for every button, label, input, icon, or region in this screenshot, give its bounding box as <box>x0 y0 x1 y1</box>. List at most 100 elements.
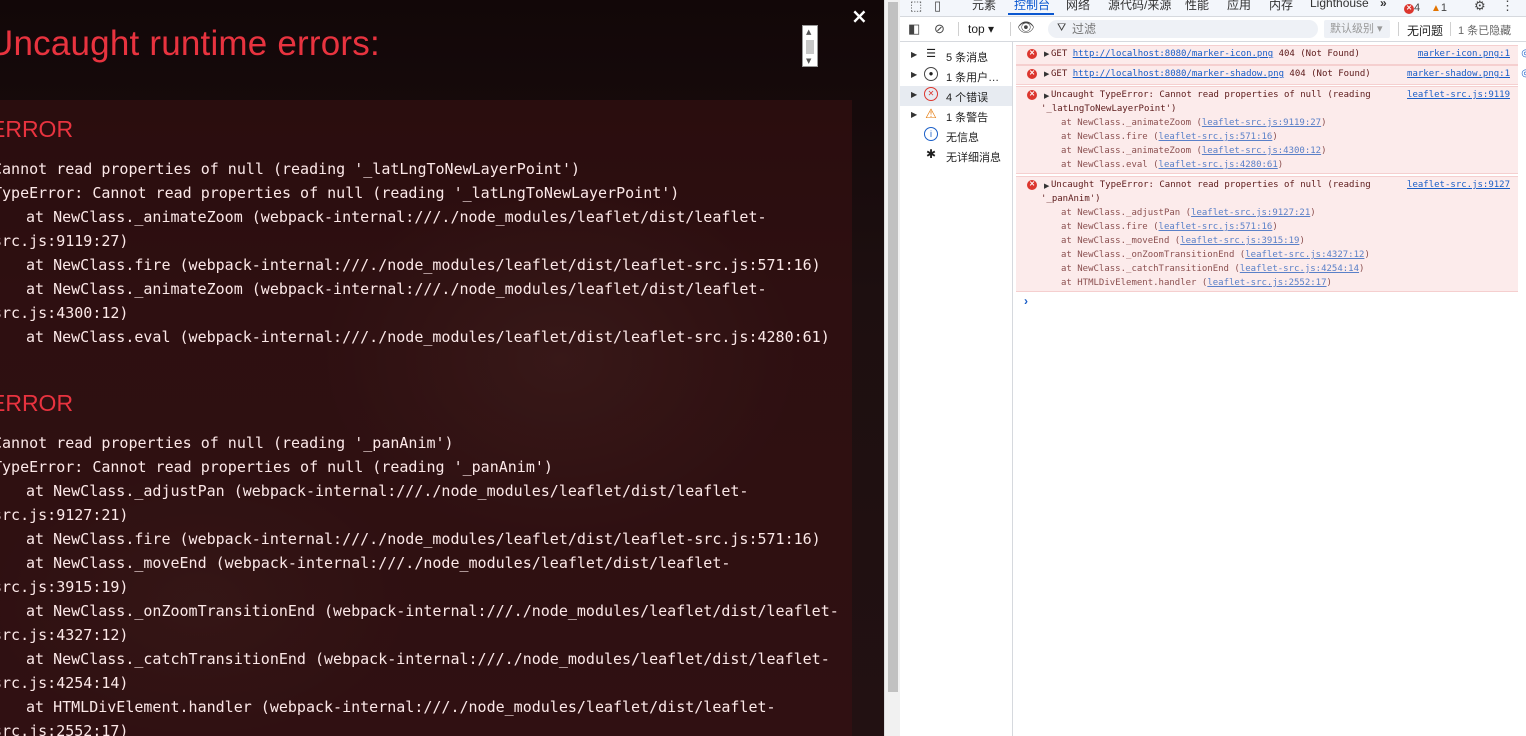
error-message: TypeError: Cannot read properties of nul… <box>0 458 553 476</box>
console-message[interactable]: ✕ ▶ GET http://localhost:8080/marker-sha… <box>1016 65 1526 85</box>
stack-frame: at NewClass._onZoomTransitionEnd (leafle… <box>1061 250 1370 260</box>
scroll-up-icon[interactable]: ▲ <box>806 28 811 36</box>
tab-console[interactable]: 控制台 <box>1014 0 1050 13</box>
expand-arrow-icon[interactable]: ▶ <box>1044 92 1049 100</box>
stack-frame-link[interactable]: leaflet-src.js:4327:12 <box>1245 250 1364 260</box>
sidebar-item-label: 5 条消息 <box>946 52 989 64</box>
scroll-thumb[interactable] <box>806 40 814 54</box>
expand-arrow-icon[interactable]: ▶ <box>1044 50 1049 58</box>
request-url-link[interactable]: http://localhost:8080/marker-shadow.png <box>1073 69 1284 79</box>
source-link[interactable]: marker-shadow.png:1 <box>1407 69 1510 79</box>
message-text: Uncaught TypeError: Cannot read properti… <box>1051 180 1371 190</box>
stack-frame-link[interactable]: leaflet-src.js:571:16 <box>1159 132 1273 142</box>
sidebar-item-user[interactable]: ▶ ● 1 条用户… <box>900 66 1012 86</box>
sidebar-item-messages[interactable]: ▶ ☰ 5 条消息 <box>900 46 1012 66</box>
eye-icon[interactable]: 👁 <box>1017 19 1035 36</box>
sidebar-toggle-icon[interactable]: ◧ <box>908 21 920 37</box>
stack-frame-link[interactable]: leaflet-src.js:9119:27 <box>1202 118 1321 128</box>
log-levels-dropdown[interactable]: 默认级别 ▾ <box>1324 20 1390 38</box>
stack-line: src.js:3915:19) <box>0 578 129 596</box>
sidebar-item-warnings[interactable]: ▶ ⚠ 1 条警告 <box>900 106 1012 126</box>
network-icon[interactable]: ◎ <box>1521 68 1526 79</box>
context-selector[interactable]: top ▾ <box>968 22 994 36</box>
filter-icon: ⛛ <box>1057 22 1067 34</box>
tab-network[interactable]: 网络 <box>1066 0 1090 13</box>
inspect-icon[interactable]: ⬚ <box>910 0 922 14</box>
divider <box>1450 22 1451 36</box>
stack-frame-link[interactable]: leaflet-src.js:3915:19 <box>1180 236 1299 246</box>
stack-frame-link[interactable]: leaflet-src.js:2552:17 <box>1207 278 1326 288</box>
error-icon: ✕ <box>1404 4 1414 14</box>
tab-sources[interactable]: 源代码/来源 <box>1108 0 1171 13</box>
tab-lighthouse[interactable]: Lighthouse <box>1310 0 1369 10</box>
stack-line: src.js:4300:12) <box>0 304 129 322</box>
stack-line: src.js:9119:27) <box>0 232 129 250</box>
console-message[interactable]: ✕ ▶ Uncaught TypeError: Cannot read prop… <box>1016 86 1518 174</box>
stack-frame-link[interactable]: leaflet-src.js:9127:21 <box>1191 208 1310 218</box>
console-toolbar: ◧ ⊘ top ▾ 👁 ⛛ 默认级别 ▾ 无问题 1 条已隐藏 <box>900 17 1526 42</box>
gear-icon[interactable]: ⚙ <box>1474 0 1486 14</box>
warning-icon: ⚠ <box>925 106 937 121</box>
filter-box[interactable]: ⛛ <box>1048 20 1318 38</box>
devtools-tabbar: ⬚ ▯ 元素 控制台 网络 源代码/来源 性能 应用 内存 Lighthouse… <box>900 0 1526 17</box>
stack-frame: at NewClass.eval (leaflet-src.js:4280:61… <box>1061 160 1284 170</box>
divider <box>1398 22 1399 36</box>
stack-frame: at NewClass.fire (leaflet-src.js:571:16) <box>1061 222 1278 232</box>
expand-arrow-icon[interactable]: ▶ <box>1044 70 1049 78</box>
stack-frame-link[interactable]: leaflet-src.js:4280:61 <box>1159 160 1278 170</box>
sidebar-item-verbose[interactable]: ✱ 无详细消息 <box>900 146 1012 166</box>
source-link[interactable]: marker-icon.png:1 <box>1418 49 1510 59</box>
error-icon: ✕ <box>1027 69 1037 79</box>
source-link[interactable]: leaflet-src.js:9127 <box>1407 180 1510 190</box>
tab-memory[interactable]: 内存 <box>1269 0 1293 13</box>
tab-performance[interactable]: 性能 <box>1185 0 1209 13</box>
sidebar-item-label: 无详细消息 <box>946 152 1001 164</box>
expand-arrow-icon[interactable]: ▶ <box>911 70 917 79</box>
error-badge[interactable]: ✕ 4 <box>1404 0 1420 14</box>
warning-count: 1 <box>1440 2 1448 14</box>
console-message[interactable]: ✕ ▶ GET http://localhost:8080/marker-ico… <box>1016 45 1526 65</box>
scroll-thumb[interactable] <box>888 2 898 692</box>
scroll-down-icon[interactable]: ▼ <box>806 57 811 65</box>
request-method: GET <box>1051 69 1073 79</box>
tab-application[interactable]: 应用 <box>1227 0 1251 13</box>
message-text: GET http://localhost:8080/marker-shadow.… <box>1051 69 1371 79</box>
console-message[interactable]: ✕ ▶ Uncaught TypeError: Cannot read prop… <box>1016 176 1518 292</box>
stack-frame-link[interactable]: leaflet-src.js:4254:14 <box>1240 264 1359 274</box>
filter-input[interactable] <box>1070 21 1304 37</box>
info-icon: i <box>924 127 938 141</box>
error-icon: ✕ <box>1027 90 1037 100</box>
stack-line: src.js:4254:14) <box>0 674 129 692</box>
user-icon: ● <box>924 67 938 81</box>
stack-frame: at NewClass._adjustPan (leaflet-src.js:9… <box>1061 208 1316 218</box>
network-icon[interactable]: ◎ <box>1521 48 1526 59</box>
error-message: Cannot read properties of null (reading … <box>0 160 580 178</box>
overlay-scrollbar[interactable]: ▲ ▼ <box>802 25 818 67</box>
page-scrollbar[interactable] <box>884 0 900 736</box>
list-icon: ☰ <box>926 48 936 60</box>
close-icon[interactable]: × <box>851 4 868 28</box>
expand-arrow-icon[interactable]: ▶ <box>1044 182 1049 190</box>
stack-line: at NewClass._moveEnd (webpack-internal:/… <box>26 554 731 572</box>
expand-arrow-icon[interactable]: ▶ <box>911 50 917 59</box>
sidebar-item-errors[interactable]: ▶ ✕ 4 个错误 <box>900 86 1012 106</box>
request-method: GET <box>1051 49 1073 59</box>
kebab-icon[interactable]: ⋮ <box>1501 0 1514 14</box>
clear-console-icon[interactable]: ⊘ <box>934 21 945 37</box>
console-prompt[interactable]: › <box>1024 294 1028 308</box>
expand-arrow-icon[interactable]: ▶ <box>911 110 917 119</box>
stack-frame-link[interactable]: leaflet-src.js:571:16 <box>1159 222 1273 232</box>
stack-frame-link[interactable]: leaflet-src.js:4300:12 <box>1202 146 1321 156</box>
request-url-link[interactable]: http://localhost:8080/marker-icon.png <box>1073 49 1273 59</box>
sidebar-item-label: 1 条用户… <box>946 72 1000 84</box>
issues-button[interactable]: 无问题 <box>1407 22 1443 39</box>
more-tabs-icon[interactable]: » <box>1380 0 1387 10</box>
error-icon: ✕ <box>1027 180 1037 190</box>
error-heading: ERROR <box>0 116 74 142</box>
expand-arrow-icon[interactable]: ▶ <box>911 90 917 99</box>
warning-badge[interactable]: ▲1 <box>1431 0 1447 14</box>
tab-elements[interactable]: 元素 <box>972 0 996 13</box>
sidebar-item-info[interactable]: i 无信息 <box>900 126 1012 146</box>
source-link[interactable]: leaflet-src.js:9119 <box>1407 90 1510 100</box>
device-toggle-icon[interactable]: ▯ <box>934 0 941 14</box>
